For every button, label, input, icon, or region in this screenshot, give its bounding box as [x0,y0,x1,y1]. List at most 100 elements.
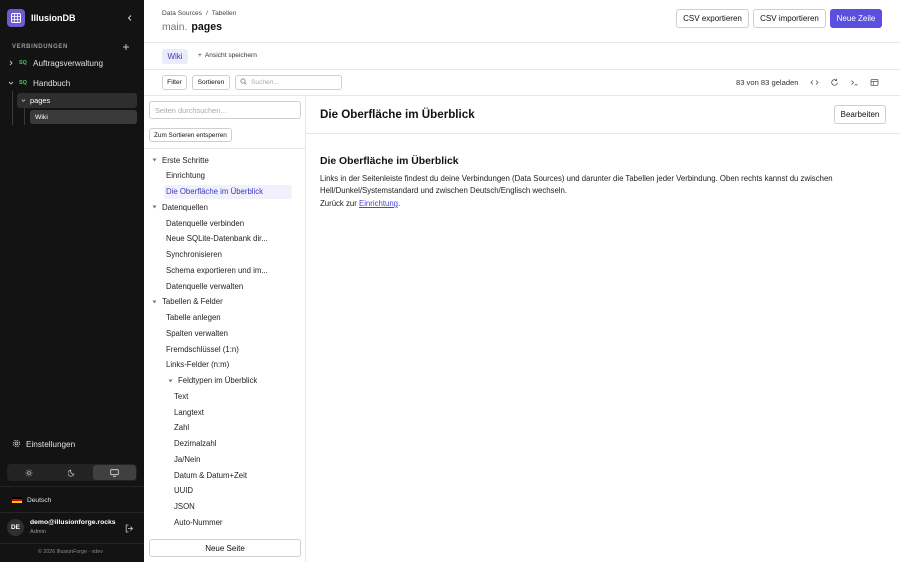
tree-item[interactable]: Tabelle anlegen [164,311,221,325]
page-search-input[interactable] [149,101,301,119]
app-name: IllusionDB [31,13,76,23]
document-title: Die Oberfläche im Überblick [320,108,475,121]
tree-item[interactable]: Datenquelle verbinden [164,216,244,230]
plus-icon: + [198,52,202,59]
save-view-button[interactable]: + Ansicht speichern [198,52,257,59]
theme-system-button[interactable] [93,465,137,480]
tree-item[interactable]: Datenquelle verwalten [164,279,243,293]
caret-down-icon[interactable] [150,300,158,304]
tree-group[interactable]: Feldtypen im Überblick [166,374,257,388]
tree-label: Fremdschlüssel (1:n) [166,344,239,354]
tree-group[interactable]: Datenquellen [150,200,208,214]
table-layout-icon[interactable] [869,77,880,88]
tree-item[interactable]: Die Oberfläche im Überblick [164,184,292,199]
loaded-count: 83 von 83 geladen [736,78,799,87]
refresh-icon[interactable] [829,77,840,88]
tree-guide [24,108,25,125]
table-name: pages [191,21,223,33]
sqlite-badge: SQ [19,80,27,86]
code-icon[interactable] [809,77,820,88]
export-csv-button[interactable]: CSV exportieren [676,9,749,28]
sort-button[interactable]: Sortieren [192,75,230,90]
tree-label: Datenquelle verwalten [166,281,244,291]
tree-item[interactable]: Datum & Datum+Zeit [172,468,247,482]
tree-item[interactable]: Auto-Nummer [172,515,223,529]
tree-group[interactable]: Tabellen & Felder [150,295,223,309]
tree-label: Erste Schritte [162,155,209,165]
new-row-button[interactable]: Neue Zeile [830,9,882,28]
filter-button[interactable]: Filter [162,75,187,90]
theme-dark-button[interactable] [51,465,94,480]
tree-item[interactable]: Zahl [172,421,189,435]
connection-item-auftragsverwaltung[interactable]: SQ Auftragsverwaltung [8,56,103,70]
tree-label: JSON [174,502,195,511]
search-icon [240,78,247,87]
tree-label: Zahl [174,423,190,433]
gear-icon [12,439,21,450]
back-line: Zurück zur Einrichtung. [320,199,400,208]
back-suffix: . [398,199,401,208]
document-heading: Die Oberfläche im Überblick [320,156,459,167]
tree-item[interactable]: Neue SQLite-Datenbank dir... [164,232,268,246]
footer-text: © 2026 IllusionForge · vdev [38,549,103,555]
divider [306,133,900,134]
settings-link[interactable]: Einstellungen [12,438,75,451]
breadcrumb-item[interactable]: Tabellen [212,10,237,17]
logout-icon[interactable] [124,523,134,533]
tab-wiki-view[interactable]: Wiki [162,49,188,64]
tree-item[interactable]: Einrichtung [164,169,205,183]
new-page-button[interactable]: Neue Seite [149,539,301,557]
pages-panel: Zum Sortieren entsperren Erste Schritte E… [144,96,306,562]
theme-light-button[interactable] [8,465,51,480]
caret-down-icon[interactable] [166,379,174,383]
sidebar: IllusionDB VERBINDUNGEN SQ Auftragsverwa… [0,0,144,562]
tree-label: Dezimalzahl [174,439,217,448]
back-link[interactable]: Einrichtung [359,199,398,208]
terminal-icon[interactable] [849,77,860,88]
connections-label: VERBINDUNGEN [12,44,68,50]
chevron-down-icon [21,96,26,105]
tree-item[interactable]: Schema exportieren und im... [164,263,268,277]
divider [144,42,900,43]
breadcrumb-separator: / [205,10,208,17]
tree-item[interactable]: JSON [172,500,195,514]
search-input[interactable] [251,79,336,86]
tree-item[interactable]: Langtext [172,405,204,419]
caret-down-icon[interactable] [150,158,158,162]
tree-item[interactable]: Dezimalzahl [172,437,216,451]
save-view-label: Ansicht speichern [204,52,257,59]
tree-label: Spalten verwalten [166,328,228,338]
caret-down-icon[interactable] [150,205,158,209]
app-logo-icon [7,9,25,27]
schema-name: main. [162,22,188,33]
brand[interactable]: IllusionDB [7,9,76,27]
document-body: Links in der Seitenleiste findest du dei… [320,174,833,195]
collapse-sidebar-icon[interactable] [124,12,136,24]
theme-switch [7,464,137,481]
tree-item[interactable]: Synchronisieren [164,248,222,262]
language-switch[interactable]: Deutsch [12,495,51,505]
unlock-sort-button[interactable]: Zum Sortieren entsperren [149,128,232,142]
sidebar-item-pages-table[interactable]: pages [17,93,137,108]
tree-group[interactable]: Erste Schritte [150,153,209,167]
tree-item[interactable]: Links-Felder (n:m) [164,358,229,372]
sidebar-item-wiki-view[interactable]: Wiki [30,110,137,124]
breadcrumb-item[interactable]: Data Sources [162,10,202,17]
tree-item[interactable]: Ja/Nein [172,452,200,466]
avatar: DE [7,519,24,536]
edit-button[interactable]: Bearbeiten [834,105,886,124]
tree-label: Datenquelle verbinden [166,218,245,228]
tree-label: Langtext [174,407,204,417]
import-csv-button[interactable]: CSV importieren [753,9,826,28]
tree-item[interactable]: UUID [172,484,193,498]
divider [0,512,144,513]
add-connection-icon[interactable] [121,42,131,52]
tree-item[interactable]: Spalten verwalten [164,326,228,340]
tree-item[interactable]: Text [172,389,188,403]
connection-item-handbuch[interactable]: SQ Handbuch [8,76,70,90]
divider [0,486,144,487]
tree-label: Ja/Nein [174,454,201,464]
sun-icon [25,469,33,476]
tree-item[interactable]: Fremdschlüssel (1:n) [164,342,239,356]
tree-label: Die Oberfläche im Überblick [166,187,264,196]
